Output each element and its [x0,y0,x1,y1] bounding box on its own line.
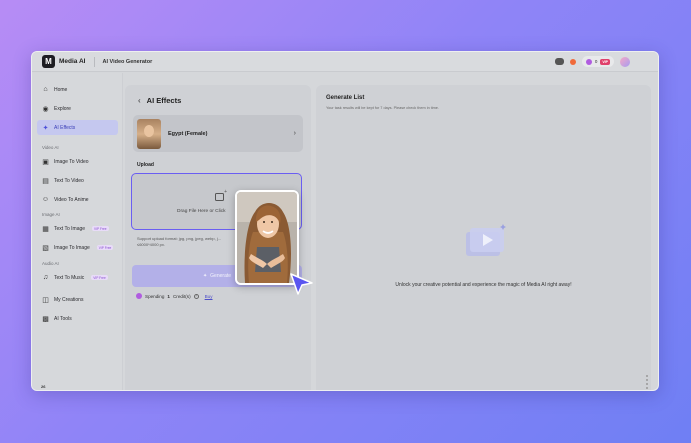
vip-free-tag: VIP Free [96,245,114,250]
empty-video-icon [466,224,506,256]
coin-icon [136,293,142,299]
sidebar-item-text-to-video[interactable]: ▤ Text To Video [37,173,118,188]
vip-free-tag: VIP Free [91,275,108,280]
sidebar-item-label: Explore [54,105,71,112]
sidebar-item-ai-tools[interactable]: ▩ AI Tools [37,311,118,326]
sidebar-item-label: AI Tools [54,315,72,322]
bottom-badge[interactable]: 26 [41,384,45,389]
section-image-ai: Image AI [42,212,60,217]
scroll-handle[interactable] [646,375,648,389]
vip-free-tag: VIP Free [92,226,109,231]
sidebar-item-my-creations[interactable]: ◫ My Creations [37,292,118,307]
avatar[interactable] [620,56,630,67]
support-format-text: Support upload format: jpg, png, jpeg, w… [137,236,222,247]
compass-icon: ◉ [42,105,49,113]
app-logo[interactable]: M [42,55,55,68]
app-title: AI Video Generator [102,58,153,65]
sidebar-item-label: Image To Video [54,158,89,165]
sidebar-item-text-to-image[interactable]: ▦ Text To Image VIP Free [37,221,118,236]
image-video-icon: ▣ [42,158,49,166]
sidebar-item-label: AI Effects [54,124,76,131]
sidebar-item-label: Image To Image [54,244,90,251]
portrait-image [237,192,297,283]
sidebar-item-video-to-anime[interactable]: ☺ Video To Anime [37,192,118,207]
image-upload-icon [215,189,227,201]
image-image-icon: ▧ [42,244,49,252]
help-icon[interactable]: ? [193,293,199,299]
sidebar-item-label: Text To Music [54,274,85,281]
tools-icon: ▩ [42,315,49,323]
app-window: M Media AI AI Video Generator 0 VIP ⌂ Ho… [31,51,659,391]
credits-pill[interactable]: 0 VIP [581,56,614,67]
spending-amount: 1 [167,293,170,299]
sidebar-item-label: Text To Image [54,225,86,232]
vip-badge[interactable]: VIP [600,58,610,65]
panel-title: AI Effects [146,96,182,105]
text-image-icon: ▦ [42,225,49,233]
buy-link[interactable]: Buy [205,294,213,299]
discord-icon[interactable] [554,58,564,65]
sidebar-item-image-to-video[interactable]: ▣ Image To Video [37,154,118,169]
back-icon[interactable]: ‹ [138,96,141,105]
spending-prefix: Spending [145,293,165,299]
upload-label: Upload [137,162,154,168]
music-icon: ♫ [42,274,49,281]
cursor-arrow-icon [290,273,313,295]
effect-thumbnail [137,118,161,149]
brand-name: Media AI [59,58,86,65]
generate-list-subtitle: Your task results will be kept for 7 day… [326,106,439,110]
sparkle-icon: ✦ [42,124,49,132]
effect-selector[interactable]: Egypt (Female) › [133,115,303,152]
topbar-divider [93,56,95,67]
panel-header: ‹ AI Effects [138,96,181,105]
sidebar-item-label: Text To Video [54,177,84,184]
sidebar-item-text-to-music[interactable]: ♫ Text To Music VIP Free [37,270,118,285]
home-icon: ⌂ [43,86,48,93]
generate-list-title: Generate List [326,95,365,101]
empty-state-text: Unlock your creative potential and exper… [395,282,572,288]
effect-name: Egypt (Female) [168,130,208,137]
anime-icon: ☺ [41,196,50,203]
drop-text: Drag File Here or Click [177,209,226,214]
sidebar: ⌂ Home ◉ Explore ✦ AI Effects Video AI ▣… [32,73,123,390]
section-audio-ai: Audio AI [42,261,59,266]
spending-suffix: Credit(s) [172,293,191,299]
section-video-ai: Video AI [42,145,59,150]
sidebar-item-label: Video To Anime [54,196,89,203]
generate-label: Generate [210,273,232,279]
uploaded-photo[interactable] [235,190,299,285]
spending-row: Spending 1 Credit(s) ? Buy [136,293,213,299]
coin-icon [585,58,592,65]
topbar-actions: 0 VIP [554,56,630,67]
credits-count: 0 [594,59,598,64]
sidebar-item-label: My Creations [54,296,84,303]
sparkle-icon: ✦ [202,273,208,279]
sidebar-item-label: Home [54,86,68,93]
generate-list-panel: Generate List Your task results will be … [316,85,651,390]
sidebar-item-image-to-image[interactable]: ▧ Image To Image VIP Free [37,240,118,255]
sidebar-item-ai-effects[interactable]: ✦ AI Effects [37,120,118,135]
creations-icon: ◫ [42,296,49,304]
text-video-icon: ▤ [42,177,49,185]
sidebar-item-home[interactable]: ⌂ Home [37,82,118,97]
chevron-right-icon: › [293,130,296,137]
top-bar: M Media AI AI Video Generator 0 VIP [32,52,658,72]
notification-icon[interactable] [569,58,576,65]
sidebar-item-explore[interactable]: ◉ Explore [37,101,118,116]
